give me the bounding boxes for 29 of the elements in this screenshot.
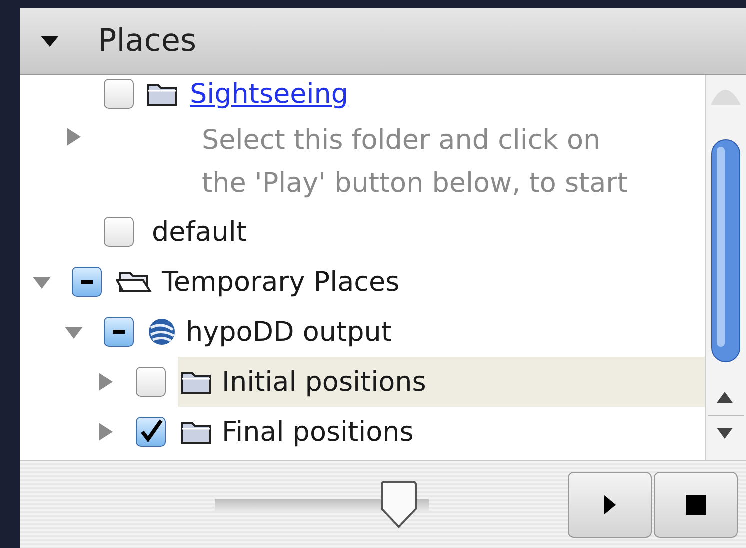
checkbox[interactable] bbox=[104, 317, 134, 347]
panel-title: Places bbox=[98, 23, 197, 59]
item-label: default bbox=[152, 216, 248, 248]
checkbox[interactable] bbox=[104, 217, 134, 247]
folder-icon bbox=[146, 81, 178, 107]
item-label: Final positions bbox=[222, 416, 414, 448]
folder-link[interactable]: Sightseeing bbox=[190, 78, 349, 110]
checkbox[interactable] bbox=[104, 79, 134, 109]
checkbox[interactable] bbox=[136, 367, 166, 397]
selected-tree-item[interactable]: Initial positions bbox=[178, 357, 705, 407]
folder-icon bbox=[180, 419, 212, 445]
item-label: Temporary Places bbox=[162, 266, 400, 298]
play-icon bbox=[603, 494, 617, 516]
stop-icon bbox=[686, 494, 706, 514]
slider-thumb[interactable] bbox=[379, 480, 420, 528]
stop-button[interactable] bbox=[654, 472, 738, 538]
folder-description: Select this folder and click on the 'Play' button below, to start bbox=[201, 124, 628, 201]
folder-icon bbox=[180, 369, 212, 395]
checkbox[interactable] bbox=[72, 267, 102, 297]
open-folder-icon bbox=[116, 269, 152, 295]
item-label: Initial positions bbox=[222, 366, 426, 398]
tree-item[interactable]: hypoDD output bbox=[146, 307, 705, 357]
play-button[interactable] bbox=[568, 472, 652, 538]
item-label: hypoDD output bbox=[186, 316, 392, 348]
tree-item[interactable]: Final positions bbox=[178, 407, 705, 457]
tree-item[interactable]: Temporary Places bbox=[114, 257, 705, 307]
globe-icon bbox=[148, 318, 176, 346]
scrollbar[interactable] bbox=[705, 75, 746, 460]
checkbox[interactable] bbox=[136, 417, 166, 447]
